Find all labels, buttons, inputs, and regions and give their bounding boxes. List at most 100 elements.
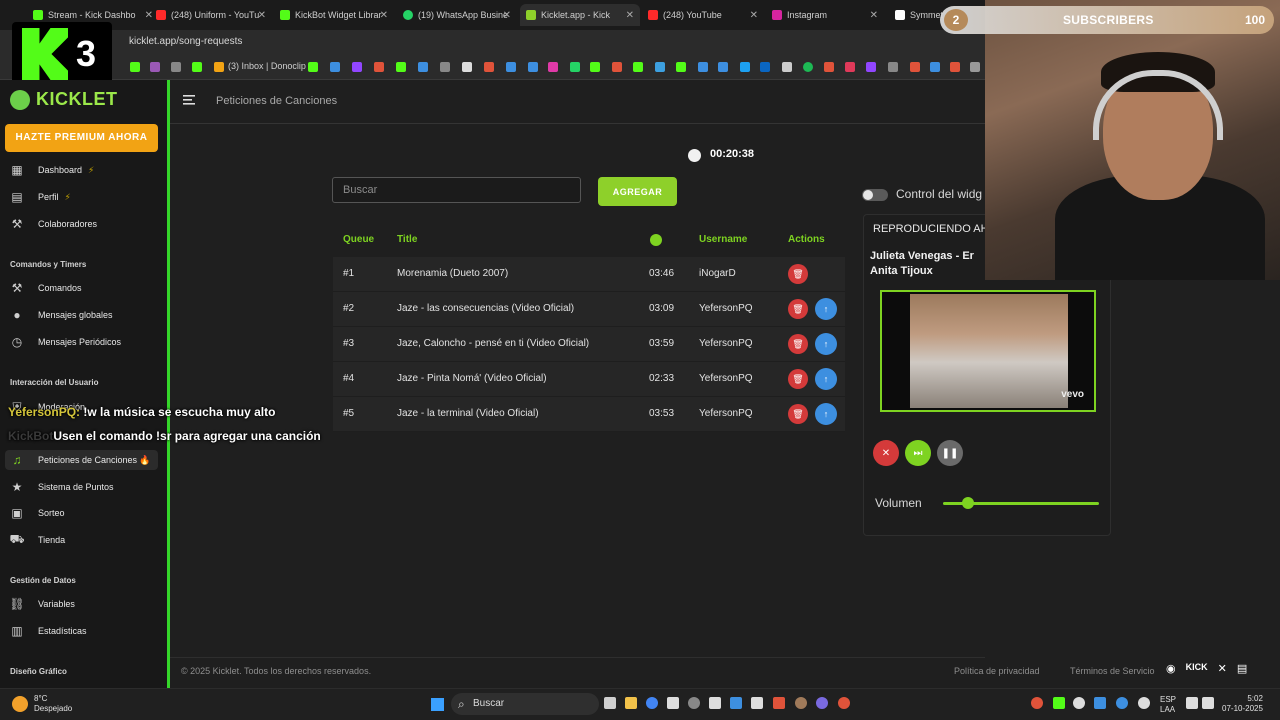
bookmark-icon[interactable] bbox=[130, 62, 140, 72]
bookmark-icon[interactable] bbox=[910, 62, 920, 72]
sidebar-item-peticiones[interactable]: ♫ Peticiones de Canciones 🔥 bbox=[5, 450, 158, 470]
bookmark-icon[interactable] bbox=[590, 62, 600, 72]
delete-icon[interactable]: 🗑 bbox=[788, 369, 808, 389]
taskbar-search[interactable]: Buscar bbox=[451, 693, 599, 715]
wifi-icon[interactable] bbox=[1186, 697, 1198, 709]
bookmark-icon[interactable] bbox=[888, 62, 898, 72]
bookmark-icon[interactable] bbox=[570, 62, 580, 72]
bookmark-icon[interactable] bbox=[845, 62, 855, 72]
widget-control-toggle[interactable] bbox=[862, 189, 888, 201]
move-up-icon[interactable]: ↑ bbox=[815, 403, 837, 425]
bookmark-icon[interactable] bbox=[655, 62, 665, 72]
bookmark-icon[interactable] bbox=[374, 62, 384, 72]
sidebar-item-tienda[interactable]: ⛟ Tienda bbox=[9, 530, 160, 550]
tray-icon[interactable] bbox=[1116, 697, 1128, 709]
delete-icon[interactable]: 🗑 bbox=[788, 404, 808, 424]
weather-icon[interactable] bbox=[12, 696, 28, 712]
bookmark-icon[interactable] bbox=[214, 62, 224, 72]
bookmark-icon[interactable] bbox=[698, 62, 708, 72]
bookmark-icon[interactable] bbox=[484, 62, 494, 72]
browser-tab[interactable]: (248) Uniform - YouTu ✕ bbox=[156, 4, 266, 26]
bookmark-icon[interactable] bbox=[950, 62, 960, 72]
sidebar-item-sorteo[interactable]: ▣ Sorteo bbox=[10, 503, 160, 523]
bookmark-icon[interactable] bbox=[970, 62, 980, 72]
app-icon[interactable] bbox=[730, 697, 742, 709]
bookmark-icon[interactable] bbox=[676, 62, 686, 72]
sidebar-item-mensajes-globales[interactable]: ● Mensajes globales bbox=[10, 305, 160, 325]
stop-button[interactable]: ✕ bbox=[873, 440, 899, 466]
bookmark-icon[interactable] bbox=[866, 62, 876, 72]
url-text[interactable]: kicklet.app/song-requests bbox=[129, 36, 242, 47]
bookmark-icon[interactable] bbox=[506, 62, 516, 72]
docs-icon[interactable]: ▤ bbox=[1237, 662, 1247, 675]
sidebar-item-puntos[interactable]: ★ Sistema de Puntos bbox=[10, 477, 160, 497]
bookmark-icon[interactable] bbox=[418, 62, 428, 72]
pause-button[interactable]: ❚❚ bbox=[937, 440, 963, 466]
privacy-link[interactable]: Política de privacidad bbox=[954, 666, 1040, 676]
search-input[interactable] bbox=[332, 177, 581, 203]
volume-slider-handle[interactable] bbox=[961, 497, 974, 509]
discord-icon[interactable]: ◉ bbox=[1166, 662, 1176, 675]
tray-icon[interactable] bbox=[1073, 697, 1085, 709]
bookmark-label[interactable]: (3) Inbox | Donoclip bbox=[228, 61, 306, 71]
browser-tab[interactable]: Symmet bbox=[895, 4, 943, 26]
sidebar-item-variables[interactable]: ⛓ Variables bbox=[9, 594, 160, 614]
move-up-icon[interactable]: ↑ bbox=[815, 333, 837, 355]
browser-tab-active[interactable]: Kicklet.app - Kick ✕ bbox=[520, 4, 640, 26]
bookmark-icon[interactable] bbox=[192, 62, 202, 72]
bookmark-icon[interactable] bbox=[150, 62, 160, 72]
app-icon[interactable] bbox=[667, 697, 679, 709]
sidebar-item-comandos[interactable]: ⚒ Comandos bbox=[10, 278, 160, 298]
sidebar-item-estadisticas[interactable]: ▥ Estadísticas bbox=[10, 621, 160, 641]
bookmark-icon[interactable] bbox=[462, 62, 472, 72]
bookmark-icon[interactable] bbox=[782, 62, 792, 72]
bookmark-icon[interactable] bbox=[633, 62, 643, 72]
bookmark-icon[interactable] bbox=[718, 62, 728, 72]
volume-icon[interactable] bbox=[1202, 697, 1214, 709]
tray-icon[interactable] bbox=[1094, 697, 1106, 709]
video-player[interactable]: vevo bbox=[880, 290, 1096, 412]
windows-start-icon[interactable] bbox=[431, 698, 444, 711]
close-icon[interactable]: ✕ bbox=[380, 10, 388, 21]
sidebar-item-perfil[interactable]: ▤ Perfil ⚡ bbox=[10, 187, 160, 207]
bookmark-icon[interactable] bbox=[612, 62, 622, 72]
bookmark-icon[interactable] bbox=[528, 62, 538, 72]
premium-button[interactable]: HAZTE PREMIUM AHORA bbox=[5, 124, 158, 152]
browser-tab[interactable]: (19) WhatsApp Busine ✕ bbox=[403, 4, 511, 26]
bookmark-icon[interactable] bbox=[396, 62, 406, 72]
tray-icon[interactable] bbox=[1053, 697, 1065, 709]
app-icon[interactable] bbox=[816, 697, 828, 709]
browser-tab[interactable]: (248) YouTube ✕ bbox=[648, 4, 758, 26]
bookmark-icon[interactable] bbox=[548, 62, 558, 72]
chrome-icon[interactable] bbox=[646, 697, 658, 709]
tray-icon[interactable] bbox=[1031, 697, 1043, 709]
bookmark-icon[interactable] bbox=[330, 62, 340, 72]
kicklet-brand[interactable]: KICKLET bbox=[10, 89, 118, 110]
bookmark-icon[interactable] bbox=[171, 62, 181, 72]
app-icon[interactable] bbox=[688, 697, 700, 709]
move-up-icon[interactable]: ↑ bbox=[815, 368, 837, 390]
clock[interactable]: 5:02 07-10-2025 bbox=[1222, 694, 1263, 714]
terms-link[interactable]: Términos de Servicio bbox=[1070, 666, 1155, 676]
delete-icon[interactable]: 🗑 bbox=[788, 264, 808, 284]
app-icon[interactable] bbox=[838, 697, 850, 709]
browser-tab[interactable]: KickBot Widget Librar ✕ bbox=[280, 4, 388, 26]
app-icon[interactable] bbox=[751, 697, 763, 709]
browser-tab[interactable]: Instagram ✕ bbox=[772, 4, 878, 26]
app-icon[interactable] bbox=[773, 697, 785, 709]
language-indicator[interactable]: ESP LAA bbox=[1160, 695, 1176, 715]
bookmark-icon[interactable] bbox=[740, 62, 750, 72]
add-button[interactable]: AGREGAR bbox=[598, 177, 677, 206]
kick-icon[interactable]: KICK bbox=[1186, 662, 1208, 675]
bookmark-icon[interactable] bbox=[930, 62, 940, 72]
close-icon[interactable]: ✕ bbox=[503, 10, 511, 21]
close-icon[interactable]: ✕ bbox=[258, 10, 266, 21]
delete-icon[interactable]: 🗑 bbox=[788, 334, 808, 354]
app-icon[interactable] bbox=[795, 697, 807, 709]
close-icon[interactable]: ✕ bbox=[870, 10, 878, 21]
x-icon[interactable]: ✕ bbox=[1218, 662, 1227, 675]
delete-icon[interactable]: 🗑 bbox=[788, 299, 808, 319]
task-view-icon[interactable] bbox=[604, 697, 616, 709]
bookmark-icon[interactable] bbox=[760, 62, 770, 72]
sidebar-item-dashboard[interactable]: ▦ Dashboard ⚡ bbox=[10, 160, 160, 180]
